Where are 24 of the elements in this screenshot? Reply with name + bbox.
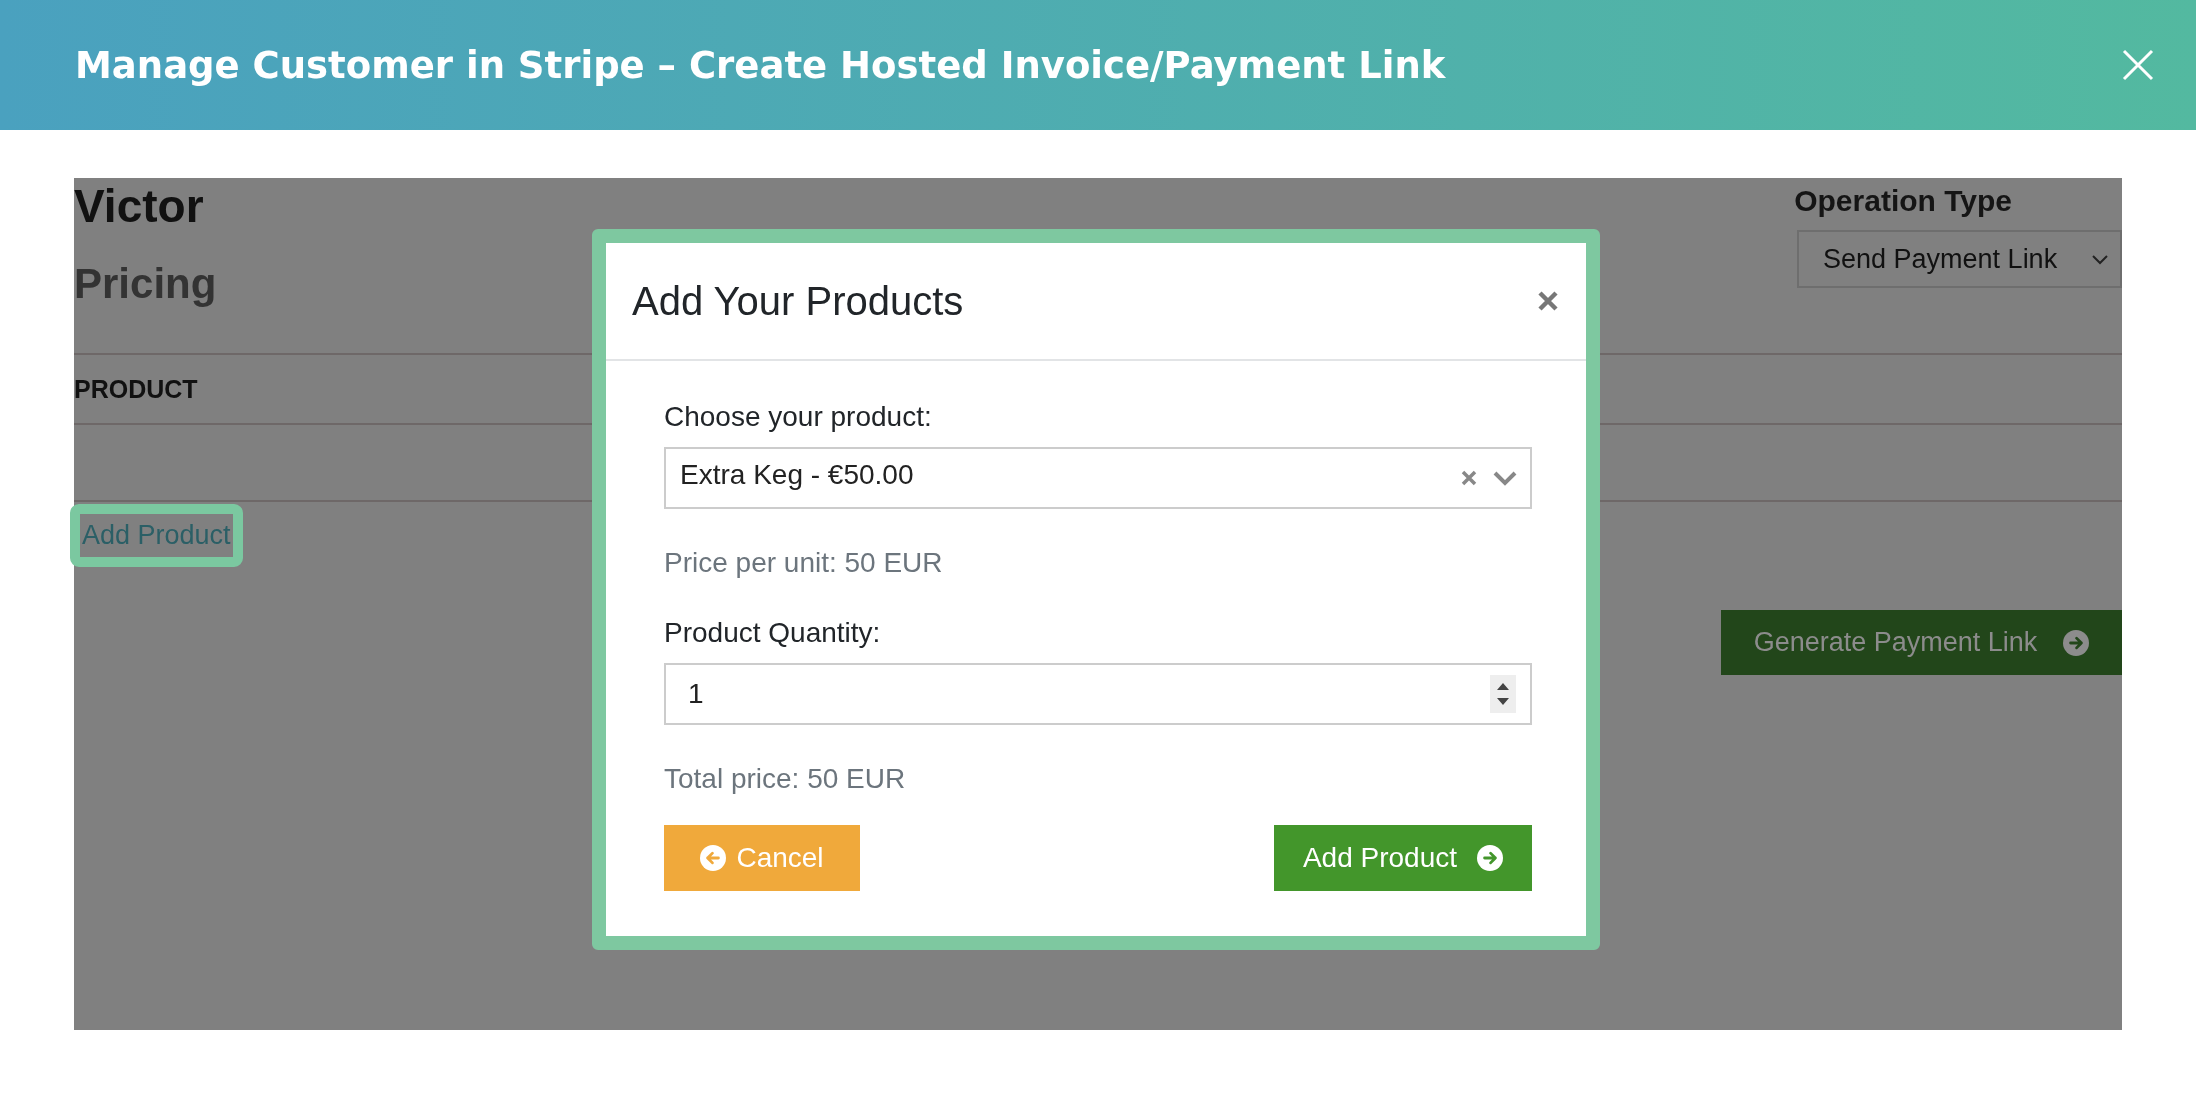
chevron-down-icon [2090,252,2110,266]
close-icon[interactable] [2120,47,2156,83]
price-per-unit: Price per unit: 50 EUR [664,547,944,579]
arrow-circle-icon [700,845,727,871]
generate-payment-link-button[interactable]: Generate Payment Link [1721,610,2122,675]
modal-title: Add Your Products [632,278,964,324]
window-title: Manage Customer in Stripe – Create Hosted Invoice/Payment Link [75,43,1446,87]
field-label: Product Quantity: [664,617,882,649]
add-product-button[interactable]: Add Product [1274,825,1532,891]
product-select[interactable]: Extra Keg - €50.00 [664,447,1532,509]
arrow-circle-icon [1477,845,1504,871]
column-header: PRODUCT [74,374,198,404]
field-label: Operation Type [1794,184,2012,218]
customer-name: Victor [74,179,205,234]
operation-type-select[interactable]: Send Payment Link [1797,230,2122,288]
chevron-down-icon [1492,469,1518,487]
cancel-button[interactable]: Cancel [664,825,860,891]
field-label: Choose your product: [664,401,933,433]
clear-icon[interactable] [1460,469,1478,487]
quantity-field[interactable]: 1 [664,663,1532,725]
arrow-circle-icon [2063,629,2090,656]
close-icon[interactable] [1536,289,1560,313]
total-price: Total price: 50 EUR [664,763,907,795]
section-title: Pricing [74,260,217,308]
